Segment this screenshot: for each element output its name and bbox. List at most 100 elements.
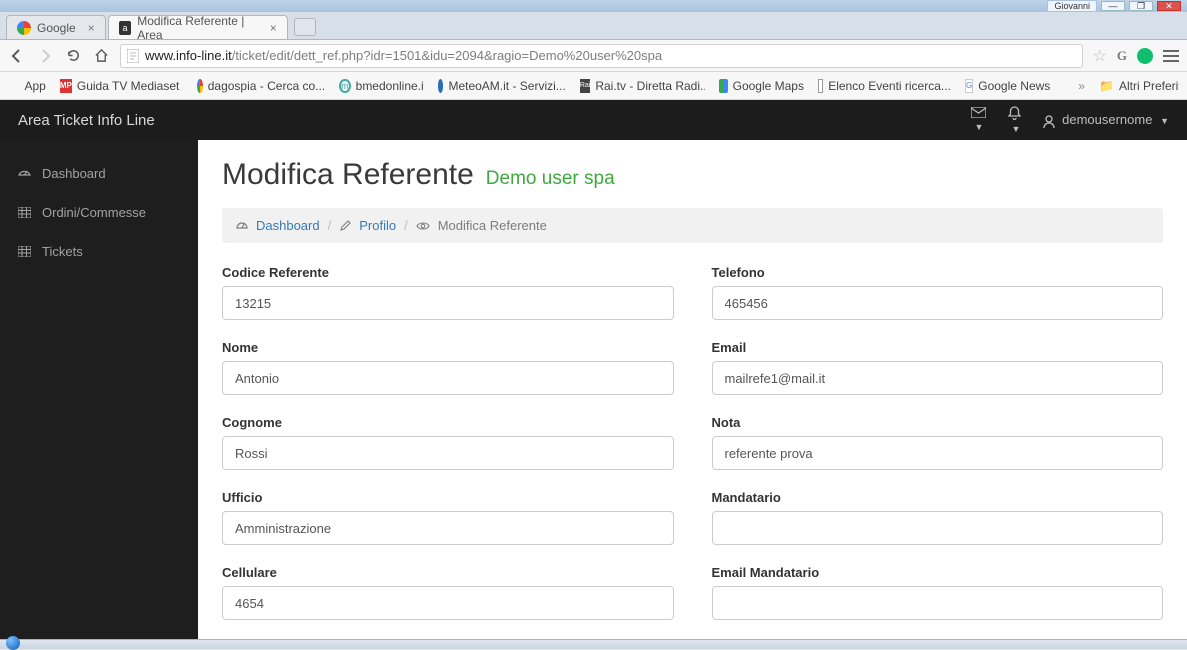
back-button[interactable]: [8, 47, 26, 65]
sidebar-item-tickets[interactable]: Tickets: [0, 232, 198, 271]
label-ufficio: Ufficio: [222, 490, 674, 505]
tab-close-icon[interactable]: ×: [270, 21, 277, 35]
home-button[interactable]: [92, 47, 110, 65]
input-cellulare[interactable]: [222, 586, 674, 620]
bookmark-overflow[interactable]: »: [1078, 79, 1085, 93]
page-title-main: Modifica Referente: [222, 158, 474, 192]
browser-tab-strip: Google × a Modifica Referente | Area ×: [0, 12, 1187, 40]
label-mandatario: Mandatario: [712, 490, 1164, 505]
form-column-left: Codice Referente Nome Cognome Ufficio Ce…: [222, 265, 674, 639]
caret-down-icon: ▼: [975, 122, 984, 132]
edit-form: Codice Referente Nome Cognome Ufficio Ce…: [222, 265, 1163, 639]
apps-shortcut[interactable]: App: [8, 79, 46, 93]
sidebar-label: Dashboard: [42, 166, 106, 181]
sidebar-label: Ordini/Commesse: [42, 205, 146, 220]
notifications-dropdown[interactable]: ▼: [1008, 106, 1021, 135]
extension-icon[interactable]: [1137, 48, 1153, 64]
input-nome[interactable]: [222, 361, 674, 395]
mail-dropdown[interactable]: ▼: [971, 107, 986, 133]
favicon-icon: [719, 79, 727, 93]
os-taskbar[interactable]: [0, 639, 1187, 649]
input-cognome[interactable]: [222, 436, 674, 470]
bell-icon: [1008, 106, 1021, 120]
bookmark-item[interactable]: RaiRai.tv - Diretta Radi...: [580, 79, 705, 93]
input-email[interactable]: [712, 361, 1164, 395]
grid-icon: [18, 246, 32, 257]
forward-button[interactable]: [36, 47, 54, 65]
site-favicon: a: [119, 21, 131, 35]
favicon-icon: [818, 79, 823, 93]
user-name: demousernome: [1062, 112, 1152, 127]
start-button-icon[interactable]: [6, 636, 20, 650]
bookmark-item[interactable]: MPGuida TV Mediaset ..: [60, 79, 183, 93]
bookmark-item[interactable]: mbmedonline.it: [339, 79, 424, 93]
label-nome: Nome: [222, 340, 674, 355]
form-column-right: Telefono Email Nota Mandatario Email Man…: [712, 265, 1164, 639]
apps-grid-icon: [8, 79, 20, 93]
browser-tab-google[interactable]: Google ×: [6, 15, 106, 39]
os-minimize[interactable]: —: [1101, 1, 1125, 11]
os-close[interactable]: ✕: [1157, 1, 1181, 11]
favicon-icon: Rai: [580, 79, 591, 93]
sidebar-item-ordini[interactable]: Ordini/Commesse: [0, 193, 198, 232]
label-codice: Codice Referente: [222, 265, 674, 280]
google-favicon: [17, 21, 31, 35]
input-telefono[interactable]: [712, 286, 1164, 320]
g-extension-icon[interactable]: G: [1117, 48, 1127, 64]
page-title: Modifica Referente Demo user spa: [222, 158, 1163, 192]
folder-icon: 📁: [1099, 79, 1114, 93]
sidebar-item-dashboard[interactable]: Dashboard: [0, 154, 198, 193]
input-nota[interactable]: [712, 436, 1164, 470]
reload-icon: [66, 48, 81, 63]
tab-close-icon[interactable]: ×: [88, 21, 95, 35]
apps-label: App: [25, 79, 46, 93]
input-email-mandatario[interactable]: [712, 586, 1164, 620]
input-ufficio[interactable]: [222, 511, 674, 545]
bookmark-item[interactable]: GGoogle News: [965, 79, 1050, 93]
os-maximize[interactable]: ❐: [1129, 1, 1153, 11]
reload-button[interactable]: [64, 47, 82, 65]
envelope-icon: [971, 107, 986, 118]
bookmark-item[interactable]: MeteoAM.it - Servizi...: [438, 79, 566, 93]
bookmark-item[interactable]: dagospia - Cerca co...: [197, 79, 325, 93]
label-email: Email: [712, 340, 1164, 355]
page-title-sub: Demo user spa: [486, 168, 615, 190]
app-brand[interactable]: Area Ticket Info Line: [18, 112, 155, 129]
browser-nav-bar: www.info-line.it/ticket/edit/dett_ref.ph…: [0, 40, 1187, 72]
breadcrumb-profilo[interactable]: Profilo: [359, 218, 396, 233]
label-telefono: Telefono: [712, 265, 1164, 280]
url-domain: www.info-line.it: [145, 48, 232, 63]
label-cellulare: Cellulare: [222, 565, 674, 580]
back-arrow-icon: [9, 48, 25, 64]
new-tab-button[interactable]: [294, 18, 316, 36]
forward-arrow-icon: [37, 48, 53, 64]
label-nota: Nota: [712, 415, 1164, 430]
bookmark-star-icon[interactable]: ☆: [1093, 46, 1107, 66]
other-bookmarks[interactable]: 📁Altri Preferiti: [1099, 79, 1179, 93]
eye-icon: [416, 221, 430, 231]
url-path: /ticket/edit/dett_ref.php?idr=1501&idu=2…: [232, 48, 662, 63]
input-codice[interactable]: [222, 286, 674, 320]
bookmark-item[interactable]: Elenco Eventi ricerca...: [818, 79, 951, 93]
bookmark-bar: App MPGuida TV Mediaset .. dagospia - Ce…: [0, 72, 1187, 100]
os-titlebar: Giovanni — ❐ ✕: [0, 0, 1187, 12]
url-bar[interactable]: www.info-line.it/ticket/edit/dett_ref.ph…: [120, 44, 1083, 68]
browser-tab-active[interactable]: a Modifica Referente | Area ×: [108, 15, 288, 39]
os-user: Giovanni: [1047, 0, 1097, 12]
app-main: Dashboard Ordini/Commesse Tickets Modifi…: [0, 140, 1187, 639]
bookmark-item[interactable]: Google Maps: [719, 79, 804, 93]
breadcrumb-dashboard[interactable]: Dashboard: [256, 218, 320, 233]
grid-icon: [18, 207, 32, 218]
sidebar-label: Tickets: [42, 244, 83, 259]
page-info-icon[interactable]: [127, 49, 139, 63]
user-dropdown[interactable]: demousernome ▼: [1043, 112, 1170, 127]
sidebar: Dashboard Ordini/Commesse Tickets: [0, 140, 198, 639]
input-mandatario[interactable]: [712, 511, 1164, 545]
favicon-icon: [438, 79, 444, 93]
favicon-icon: MP: [60, 79, 72, 93]
caret-down-icon: ▼: [1160, 116, 1169, 126]
browser-menu-button[interactable]: [1163, 50, 1179, 62]
breadcrumb: Dashboard / Profilo / Modifica Referente: [222, 208, 1163, 243]
dashboard-icon: [18, 167, 32, 180]
caret-down-icon: ▼: [1012, 124, 1021, 134]
